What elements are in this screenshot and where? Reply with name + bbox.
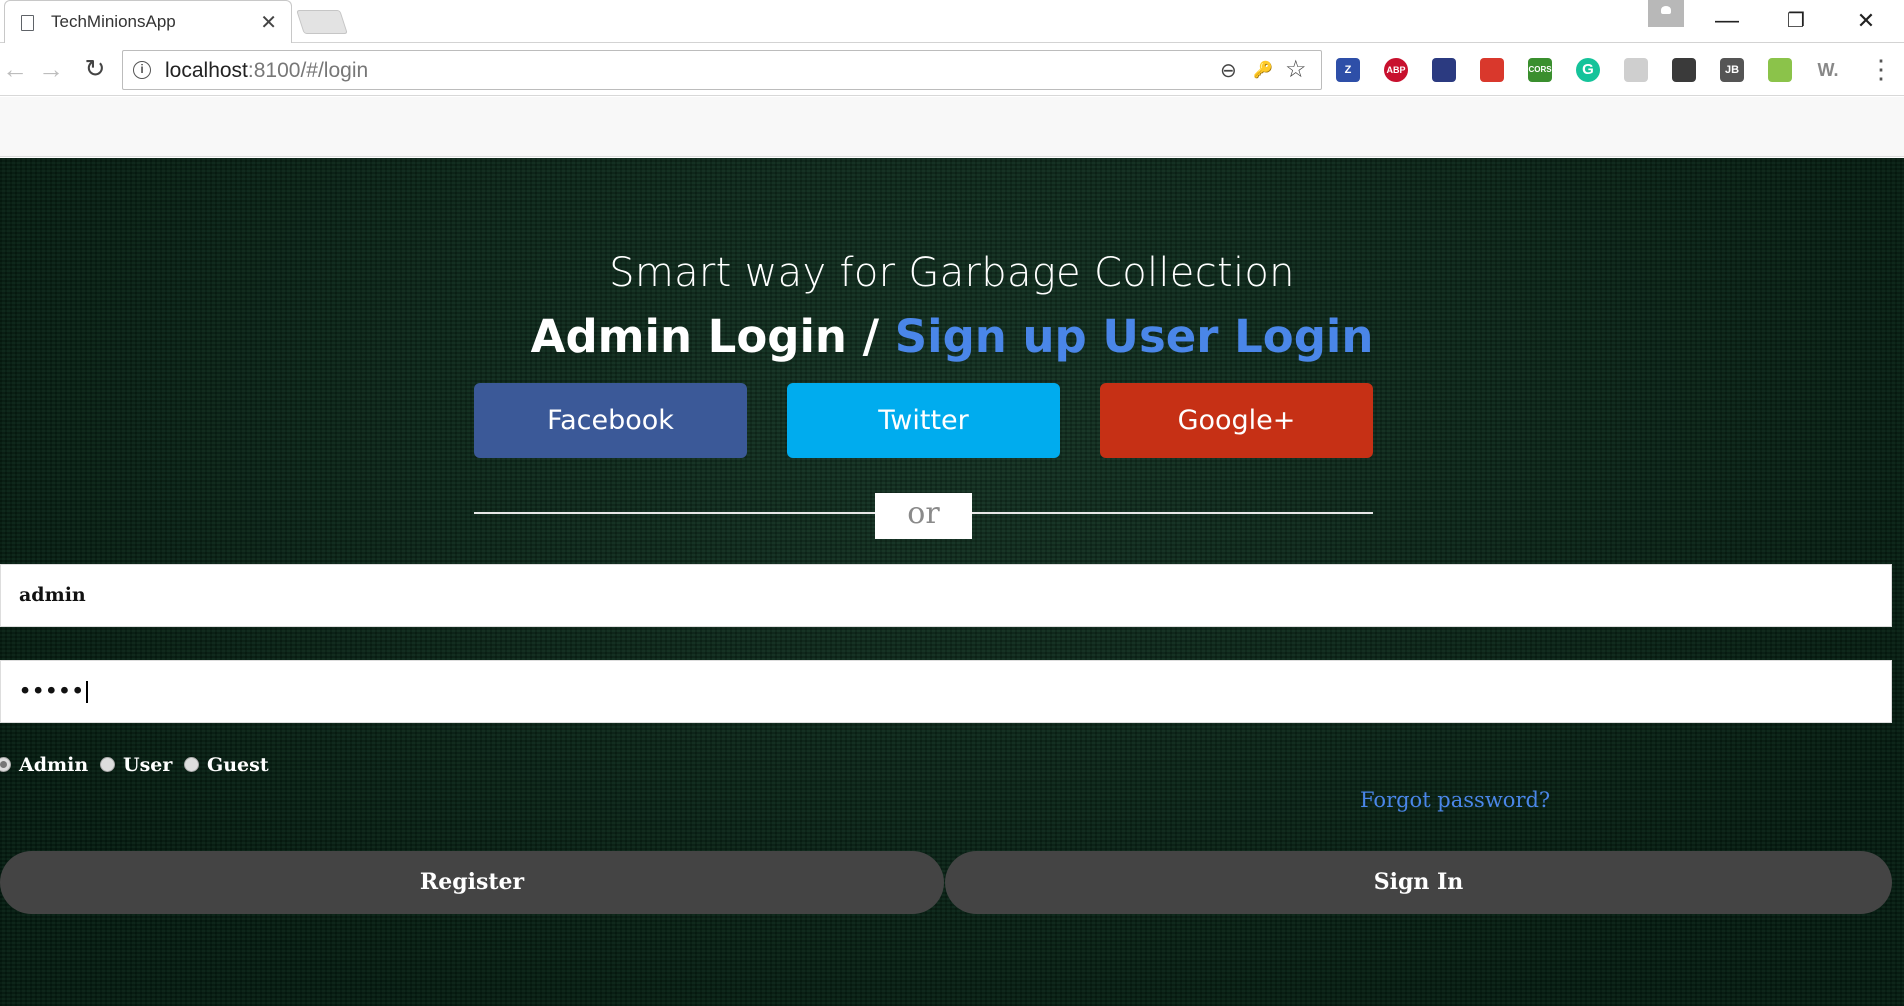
window-close-button[interactable]: ✕ — [1843, 4, 1889, 38]
profile-avatar-icon[interactable] — [1648, 0, 1684, 27]
facebook-login-button[interactable]: Facebook — [474, 383, 747, 458]
jb-extension-icon[interactable]: JB — [1720, 58, 1744, 82]
sign-in-button[interactable]: Sign In — [945, 851, 1892, 914]
admin-login-heading: Admin Login — [530, 310, 847, 363]
browser-tab-strip: TechMinionsApp ✕ — ❐ ✕ — [0, 0, 1904, 43]
role-radio-guest[interactable]: Guest — [184, 754, 269, 776]
username-value: admin — [19, 584, 86, 606]
window-restore-button[interactable]: ❐ — [1773, 4, 1819, 38]
radio-button-icon[interactable] — [0, 757, 11, 772]
cors-extension-icon[interactable]: CORS — [1528, 58, 1552, 82]
extension-icon-4[interactable] — [1480, 58, 1504, 82]
adblock-plus-icon[interactable]: ABP — [1384, 58, 1408, 82]
zoom-icon[interactable]: ⊖ — [1220, 58, 1237, 83]
or-separator-label: or — [875, 493, 972, 539]
password-value: ••••• — [19, 680, 85, 702]
window-minimize-button[interactable]: — — [1704, 4, 1750, 38]
back-arrow-icon[interactable]: ← — [0, 56, 30, 82]
twitter-login-button[interactable]: Twitter — [787, 383, 1060, 458]
role-radio-admin[interactable]: Admin — [0, 754, 88, 776]
register-button[interactable]: Register — [0, 851, 944, 914]
extension-icon-7[interactable] — [1624, 58, 1648, 82]
role-radio-user[interactable]: User — [100, 754, 172, 776]
extension-icon-10[interactable] — [1768, 58, 1792, 82]
grammarly-icon[interactable]: G — [1576, 58, 1600, 82]
new-tab-button[interactable] — [296, 10, 348, 34]
reload-icon[interactable]: ↻ — [80, 56, 110, 82]
signup-user-login-link[interactable]: Sign up User Login — [895, 310, 1374, 363]
username-input[interactable]: admin — [0, 564, 1892, 627]
forward-arrow-icon[interactable]: → — [36, 56, 66, 82]
site-info-icon[interactable]: i — [133, 61, 151, 79]
shield-extension-icon[interactable] — [1672, 58, 1696, 82]
address-bar[interactable]: i localhost:8100/#/login ⊖ 🔑 ☆ — [122, 50, 1322, 90]
google-login-button[interactable]: Google+ — [1100, 383, 1373, 458]
w-extension-icon[interactable]: W. — [1816, 58, 1840, 82]
forgot-password-link[interactable]: Forgot password? — [1360, 788, 1550, 812]
browser-toolbar: ← → ↻ i localhost:8100/#/login ⊖ 🔑 ☆ Z AB… — [0, 44, 1904, 96]
password-input[interactable]: ••••• — [0, 660, 1892, 723]
address-url: localhost:8100/#/login — [165, 59, 369, 82]
key-icon[interactable]: 🔑 — [1253, 60, 1273, 80]
page-favicon-icon — [21, 15, 34, 31]
tab-title: TechMinionsApp — [51, 12, 176, 31]
heading-separator: / — [862, 310, 880, 363]
tab-close-icon[interactable]: ✕ — [260, 10, 277, 35]
zotero-extension-icon[interactable]: Z — [1336, 58, 1360, 82]
login-page: Smart way for Garbage Collection Admin L… — [0, 158, 1904, 1006]
browser-tab[interactable]: TechMinionsApp ✕ — [4, 0, 292, 43]
text-caret — [85, 681, 88, 703]
bookmark-star-icon[interactable]: ☆ — [1285, 55, 1307, 84]
page-heading: Admin Login / Sign up User Login — [0, 310, 1904, 363]
browser-menu-icon[interactable]: ⋮ — [1868, 56, 1894, 82]
app-header-bar — [0, 97, 1904, 157]
extension-icon-3[interactable] — [1432, 58, 1456, 82]
radio-button-icon[interactable] — [100, 757, 115, 772]
radio-button-icon[interactable] — [184, 757, 199, 772]
page-tagline: Smart way for Garbage Collection — [609, 250, 1295, 296]
